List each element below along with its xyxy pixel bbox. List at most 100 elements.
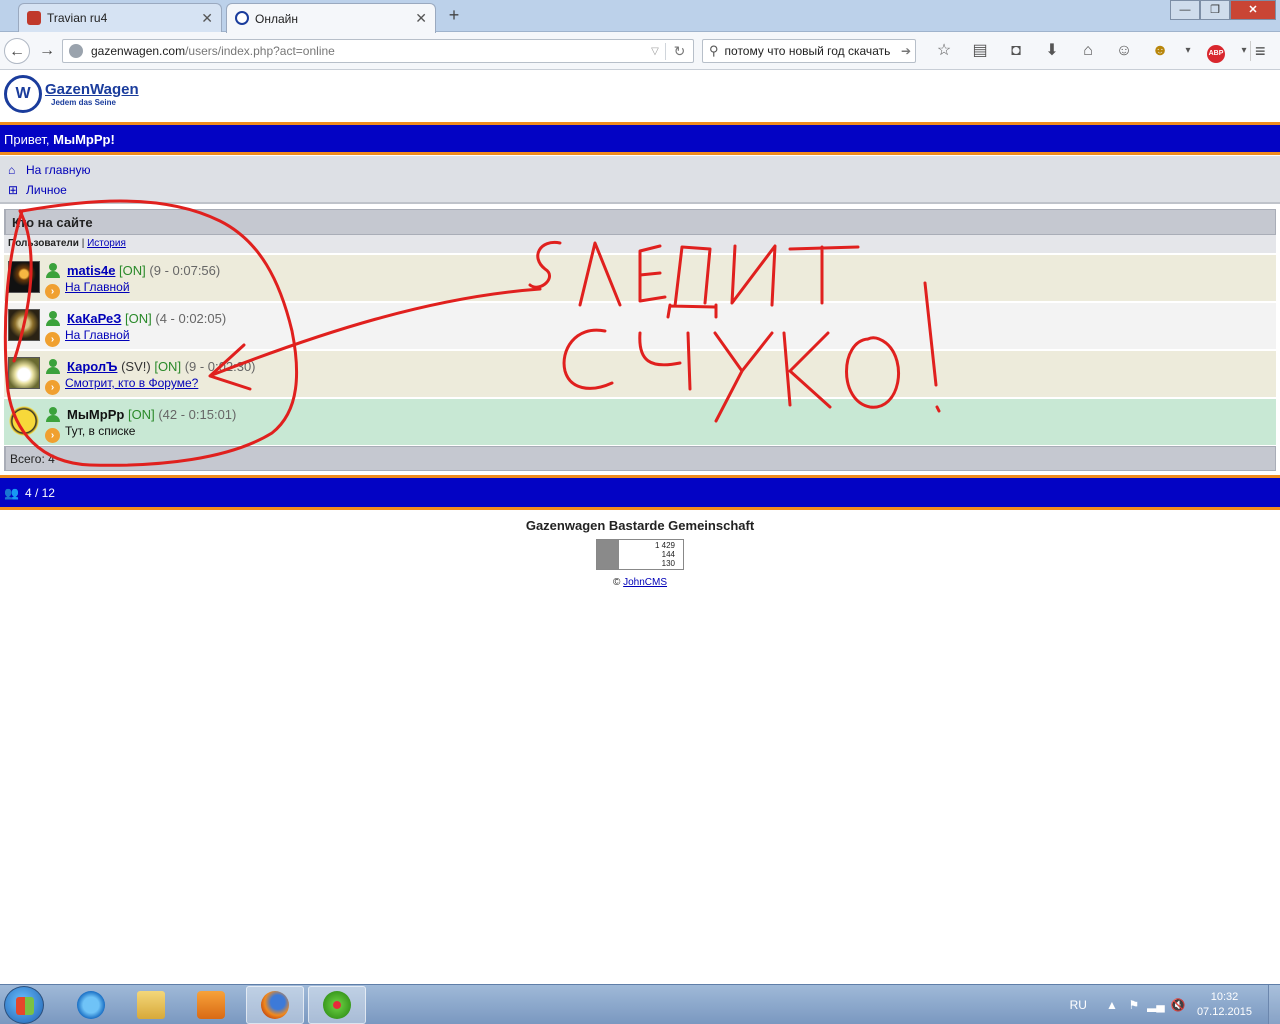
taskbar-app-icq[interactable] bbox=[308, 986, 366, 1024]
online-count: 4 / 12 bbox=[24, 485, 55, 500]
address-bar[interactable]: gazenwagen.com/users/index.php?act=onlin… bbox=[62, 39, 694, 63]
status-badge: [ON] bbox=[154, 359, 182, 374]
user-action-link[interactable]: На Главной bbox=[65, 280, 130, 294]
tab-travian[interactable]: Travian ru4 ✕ bbox=[18, 3, 222, 32]
search-input[interactable]: потому что новый год скачать bbox=[725, 44, 901, 58]
internet-explorer-icon bbox=[77, 991, 105, 1019]
taskbar-app-ie[interactable] bbox=[62, 986, 120, 1024]
user-time: (42 - 0:15:01) bbox=[158, 407, 237, 422]
counter-views: 1 429 bbox=[654, 541, 675, 550]
url-domain: gazenwagen.com bbox=[91, 44, 186, 58]
menu-item-label: Личное bbox=[26, 183, 67, 197]
forward-arrow-icon[interactable]: → bbox=[34, 38, 60, 64]
counter-chart-icon bbox=[597, 540, 619, 569]
window-controls: — ❐ ✕ bbox=[1170, 0, 1276, 20]
avatar[interactable] bbox=[8, 309, 40, 341]
user-time: (9 - 0:02:30) bbox=[184, 359, 256, 374]
greeting-prefix: Привет, bbox=[4, 132, 54, 147]
menu-item-personal[interactable]: ⊞ Личное bbox=[8, 183, 67, 197]
folder-icon bbox=[137, 991, 165, 1019]
volume-muted-icon[interactable]: 🔇 bbox=[1167, 998, 1189, 1012]
user-name-link[interactable]: matis4e bbox=[67, 263, 115, 278]
tab-label: Онлайн bbox=[255, 11, 298, 26]
clock[interactable]: 10:32 07.12.2015 bbox=[1197, 990, 1252, 1020]
user-online-icon bbox=[45, 311, 61, 327]
menu-item-label: На главную bbox=[26, 163, 91, 177]
travian-favicon-icon bbox=[27, 11, 41, 25]
reload-icon[interactable]: ↻ bbox=[665, 42, 693, 60]
new-tab-button[interactable]: + bbox=[444, 5, 464, 25]
action-arrow-icon: › bbox=[45, 332, 60, 347]
users-group-icon: 👥 bbox=[4, 485, 19, 500]
powered-prefix: © bbox=[612, 577, 624, 588]
grid-icon: ⊞ bbox=[8, 183, 19, 197]
home-icon[interactable]: ⌂ bbox=[1070, 38, 1106, 64]
start-button[interactable] bbox=[4, 986, 44, 1024]
user-name: МыМрРр bbox=[67, 407, 125, 422]
tray-expand-icon[interactable]: ▲ bbox=[1101, 998, 1123, 1012]
tab-close-icon[interactable]: ✕ bbox=[201, 10, 213, 27]
table-row: › matis4e [ON] (9 - 0:07:56) На Главной bbox=[4, 255, 1276, 302]
search-go-arrow-icon[interactable]: ➔ bbox=[901, 44, 911, 58]
user-online-icon bbox=[45, 263, 61, 279]
status-badge: [ON] bbox=[125, 311, 152, 326]
browser-tab-bar: Travian ru4 ✕ Онлайн ✕ + — ❐ ✕ bbox=[0, 0, 1280, 33]
back-arrow-icon[interactable]: ← bbox=[4, 38, 30, 64]
avatar[interactable] bbox=[8, 357, 40, 389]
user-role: (SV!) bbox=[121, 359, 151, 374]
johncms-link[interactable]: JohnCMS bbox=[623, 577, 667, 588]
online-count-bar[interactable]: 👥 4 / 12 bbox=[0, 475, 1280, 510]
user-name-link[interactable]: КаролЪ bbox=[67, 359, 117, 374]
minimize-button[interactable]: — bbox=[1170, 0, 1200, 20]
user-action-link[interactable]: Смотрит, кто в Форуме? bbox=[65, 376, 198, 390]
site-logo[interactable]: W GazenWagen Jedem das Seine bbox=[4, 75, 139, 113]
user-name-link[interactable]: КаКаРеЗ bbox=[67, 311, 121, 326]
action-center-flag-icon[interactable]: ⚑ bbox=[1123, 998, 1145, 1012]
globe-icon bbox=[69, 44, 83, 58]
show-desktop-button[interactable] bbox=[1268, 985, 1280, 1024]
menu-item-home[interactable]: ⌂ На главную bbox=[8, 163, 90, 177]
addon-face-icon[interactable]: ☻ bbox=[1142, 38, 1178, 64]
tab-online[interactable]: Онлайн ✕ bbox=[226, 3, 436, 33]
icq-flower-icon bbox=[323, 991, 351, 1019]
language-indicator[interactable]: RU bbox=[1070, 998, 1087, 1012]
table-row: › КаКаРеЗ [ON] (4 - 0:02:05) На Главной bbox=[4, 303, 1276, 350]
greeting-user: МыМрРр! bbox=[53, 132, 115, 147]
url-dropdown-icon[interactable]: ▽ bbox=[645, 46, 665, 57]
url-text[interactable]: gazenwagen.com/users/index.php?act=onlin… bbox=[91, 44, 645, 58]
table-row: › МыМрРр [ON] (42 - 0:15:01) Тут, в спис… bbox=[4, 399, 1276, 446]
pocket-icon[interactable]: ◘ bbox=[998, 38, 1034, 64]
greeting-bar: Привет, МыМрРр! bbox=[0, 122, 1280, 155]
powered-by: © JohnCMS bbox=[0, 577, 1280, 588]
user-line: matis4e [ON] (9 - 0:07:56) bbox=[67, 263, 220, 278]
home-icon: ⌂ bbox=[8, 163, 16, 177]
user-line: МыМрРр [ON] (42 - 0:15:01) bbox=[67, 407, 236, 422]
user-online-icon bbox=[45, 359, 61, 375]
maximize-button[interactable]: ❐ bbox=[1200, 0, 1230, 20]
chat-icon[interactable]: ☺ bbox=[1106, 38, 1142, 64]
avatar[interactable] bbox=[8, 405, 40, 437]
status-badge: [ON] bbox=[119, 263, 146, 278]
adblock-icon[interactable]: ABP bbox=[1198, 38, 1234, 64]
addon-dropdown-icon[interactable]: ▾ bbox=[1178, 38, 1198, 64]
taskbar-app-media[interactable] bbox=[182, 986, 240, 1024]
download-icon[interactable]: ⬇ bbox=[1034, 38, 1070, 64]
close-button[interactable]: ✕ bbox=[1230, 0, 1276, 20]
hamburger-menu-icon[interactable]: ≡ bbox=[1250, 41, 1270, 61]
user-action-link[interactable]: На Главной bbox=[65, 328, 130, 342]
taskbar-app-explorer[interactable] bbox=[122, 986, 180, 1024]
bookmark-star-icon[interactable]: ☆ bbox=[926, 38, 962, 64]
search-icon: ⚲ bbox=[709, 43, 719, 58]
vw-logo-icon: W bbox=[4, 75, 42, 113]
subtab-history[interactable]: История bbox=[87, 238, 126, 249]
avatar[interactable] bbox=[8, 261, 40, 293]
user-action-text: Тут, в списке bbox=[65, 424, 136, 438]
taskbar-app-firefox[interactable] bbox=[246, 986, 304, 1024]
tab-close-icon[interactable]: ✕ bbox=[415, 10, 427, 27]
counter-visits: 144 bbox=[661, 550, 675, 559]
visit-counter[interactable]: 1 429 144 130 bbox=[596, 539, 684, 570]
search-bar[interactable]: ⚲ потому что новый год скачать ➔ bbox=[702, 39, 916, 63]
footer-title: Gazenwagen Bastarde Gemeinschaft bbox=[525, 518, 755, 533]
network-signal-icon[interactable]: ▂▄ bbox=[1145, 998, 1167, 1012]
reading-list-icon[interactable]: ▤ bbox=[962, 38, 998, 64]
